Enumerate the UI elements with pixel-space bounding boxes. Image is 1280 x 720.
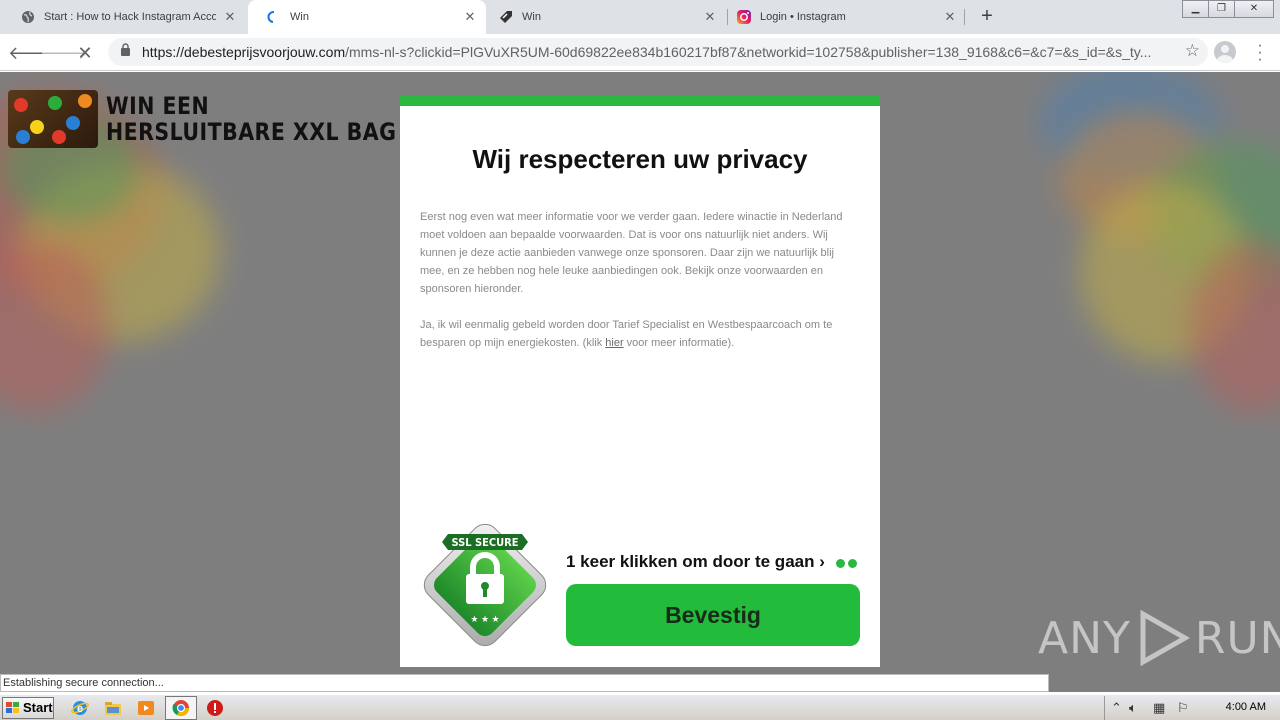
tab-win[interactable]: Win ✕ [488,0,726,34]
svg-text:e: e [77,703,83,715]
promo-headline-line2: HERSLUITBARE XXL BAG [106,118,397,146]
media-player-icon[interactable] [137,699,155,717]
more-info-link[interactable]: hier [605,337,623,349]
tab-close-icon[interactable]: ✕ [222,9,238,25]
tab-hack-instagram[interactable]: Start : How to Hack Instagram Accou ✕ [8,0,246,34]
new-tab-button[interactable]: + [976,6,998,28]
tab-close-icon[interactable]: ✕ [942,9,958,25]
stop-sign-icon[interactable] [206,699,224,717]
url-host: https://debesteprijsvoorjouw.com [142,44,346,60]
promo-headline: WIN EEN HERSLUITBARE XXL BAG [106,93,396,145]
tab-title: Start : How to Hack Instagram Accou [44,11,216,23]
lock-icon[interactable] [120,43,132,61]
url-text: https://debesteprijsvoorjouw.com/mms-nl-… [142,44,1162,60]
tab-title: Login • Instagram [760,11,846,23]
tab-close-icon[interactable]: ✕ [462,9,478,25]
tab-title: Win [290,11,309,23]
more-menu-icon[interactable]: · · · [1252,38,1268,68]
consent-paragraph: Ja, ik wil eenmalig gebeld worden door T… [420,316,860,352]
globe-icon [20,9,36,25]
close-window-button[interactable]: ✕ [1234,0,1274,18]
browser-toolbar: 🡐 🡒 ✕ https://debesteprijsvoorjouw.com/m… [0,34,1280,71]
maximize-button[interactable]: ❐ [1208,0,1235,18]
info-paragraph: Eerst nog even wat meer informatie voor … [420,211,843,295]
tab-strip: Start : How to Hack Instagram Accou ✕ Wi… [0,0,1280,34]
instagram-icon [736,9,752,25]
progress-dot [848,559,857,568]
web-page: WIN EEN HERSLUITBARE XXL BAG Wij respect… [0,72,1280,692]
windows-taskbar: Start e ⌃ 🔈︎ ▦ ⚐ 4:00 AM [0,694,1280,720]
tray-expand-icon[interactable]: ⌃ [1111,700,1122,716]
status-bubble: Establishing secure connection... [0,674,1049,692]
confirm-button[interactable]: Bevestig [566,584,860,646]
profile-avatar-icon[interactable] [1214,41,1236,63]
tab-title: Win [522,11,541,23]
system-tray: ⌃ 🔈︎ ▦ ⚐ 4:00 AM [1104,696,1280,720]
start-button[interactable]: Start [2,697,54,719]
ssl-secure-badge: SSL SECURE ★ ★ ★ [418,518,552,652]
internet-explorer-icon[interactable]: e [71,699,89,717]
promo-header: WIN EEN HERSLUITBARE XXL BAG [8,90,412,148]
back-button[interactable]: 🡐 [8,40,56,66]
ssl-badge-text: SSL SECURE [451,536,518,549]
file-explorer-icon[interactable] [104,699,122,717]
action-center-flag-icon[interactable]: ⚐ [1177,700,1189,716]
windows-logo-icon [6,702,19,713]
chrome-icon[interactable] [172,699,190,717]
bookmark-star-icon[interactable]: ☆ [1185,41,1200,61]
url-path: /mms-nl-s?clickid=PlGVuXR5UM-60d69822ee8… [345,44,1152,60]
click-to-continue-text: 1 keer klikken om door te gaan › [566,552,825,571]
minimize-button[interactable]: ▁ [1182,0,1209,18]
play-triangle-icon [1140,610,1190,666]
promo-headline-line1: WIN EEN [106,92,210,120]
consent-text-end: voor meer informatie). [623,337,735,349]
tab-win-active[interactable]: Win ✕ [248,0,486,34]
candy-bag-image [8,90,98,148]
progress-dot [836,559,845,568]
progress-dots [836,559,860,568]
stop-loading-button[interactable]: ✕ [72,40,98,66]
tab-instagram[interactable]: Login • Instagram ✕ [728,0,966,34]
privacy-modal: Wij respecteren uw privacy Eerst nog eve… [400,96,880,667]
forward-button[interactable]: 🡒 [40,40,88,66]
svg-text:★ ★ ★: ★ ★ ★ [470,614,499,624]
clock: 4:00 AM [1225,701,1266,713]
tab-separator [964,9,965,25]
watermark-left-text: ANY [1038,612,1131,664]
start-label: Start [23,700,53,715]
window-controls: ▁ ❐ ✕ [1182,0,1274,18]
loading-icon [266,9,282,25]
modal-title: Wij respecteren uw privacy [472,144,808,174]
network-icon[interactable]: ▦ [1153,700,1165,716]
volume-icon[interactable]: 🔈︎ [1129,700,1137,716]
tab-close-icon[interactable]: ✕ [702,9,718,25]
tag-icon [498,9,514,25]
anyrun-watermark: ANY RUN [1038,610,1280,666]
address-bar[interactable]: https://debesteprijsvoorjouw.com/mms-nl-… [108,38,1208,66]
watermark-right-text: RUN [1194,612,1280,664]
